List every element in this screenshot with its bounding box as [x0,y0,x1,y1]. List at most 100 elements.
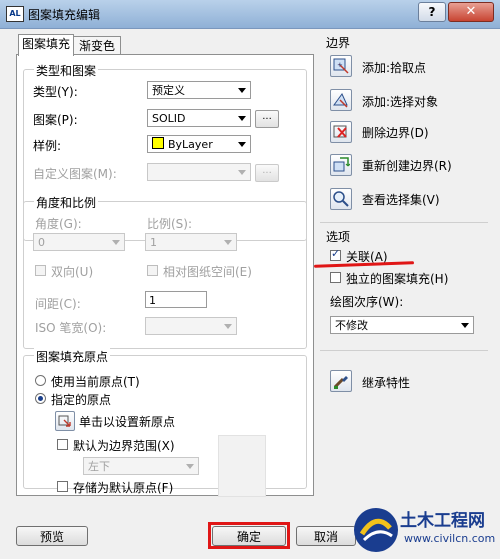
divider [320,350,488,351]
underline-annotation [313,261,415,268]
remove-boundaries-button[interactable] [330,121,352,143]
draw-order-select[interactable]: 不修改 [330,316,474,334]
spacing-input[interactable]: 1 [145,291,207,308]
separate-hatches-checkbox[interactable] [330,272,341,283]
type-pattern-heading: 类型和图案 [34,62,99,79]
window-title: 图案填充编辑 [28,8,101,22]
separate-hatches-label: 独立的图案填充(H) [346,272,449,286]
help-button[interactable]: ? [418,2,446,22]
custom-pattern-browse-button[interactable]: ... [255,164,279,182]
origin-position-value: 左下 [88,460,110,473]
store-default-label: 存储为默认原点(F) [73,481,174,495]
origin-heading: 图案填充原点 [34,348,111,365]
watermark-text: 土木工程网 [400,511,485,531]
inherit-properties-button[interactable] [330,370,352,392]
angle-value: 0 [38,236,45,249]
ok-highlight-annotation [208,522,290,549]
view-selections-label: 查看选择集(V) [362,193,440,207]
pattern-select-value: SOLID [152,112,186,125]
iso-pen-select[interactable] [145,317,237,335]
magnifier-icon [333,191,349,207]
pattern-label: 图案(P): [33,113,78,127]
cancel-button[interactable]: 取消 [296,526,356,546]
spacing-label: 间距(C): [35,297,81,311]
pattern-select[interactable]: SOLID [147,109,251,127]
watermark: 土木工程网 www.civilcn.com [348,500,500,559]
pattern-browse-button[interactable]: ... [255,110,279,128]
type-label: 类型(Y): [33,85,78,99]
inherit-properties-label: 继承特性 [362,376,411,390]
sample-select-value: ByLayer [168,138,213,151]
watermark-url: www.civilcn.com [404,532,496,545]
double-checkbox[interactable] [35,265,46,276]
chevron-down-icon [238,116,246,121]
sample-label: 样例: [33,139,62,153]
recreate-boundary-label: 重新创建边界(R) [362,159,452,173]
add-pick-points-button[interactable]: + [330,55,352,77]
origin-preview [218,435,266,497]
angle-select[interactable]: 0 [33,233,125,251]
type-select-value: 预定义 [152,84,185,97]
app-icon: AL [6,6,24,22]
specified-origin-radio[interactable] [35,393,46,404]
chevron-down-icon [238,142,246,147]
watermark-logo-icon [354,508,398,552]
double-label: 双向(U) [51,265,94,279]
use-current-origin-radio[interactable] [35,375,46,386]
color-swatch-icon [152,137,164,149]
title-bar: AL 图案填充编辑 ? ✕ [0,0,500,29]
associative-checkbox[interactable] [330,247,341,261]
default-boundary-checkbox[interactable] [57,439,68,450]
relative-paper-label: 相对图纸空间(E) [163,265,252,279]
chevron-down-icon [238,88,246,93]
pick-points-icon: + [333,58,349,74]
store-default-checkbox[interactable] [57,481,68,492]
set-origin-button[interactable] [55,411,75,431]
add-select-objects-button[interactable] [330,89,352,111]
set-origin-label: 单击以设置新原点 [79,415,176,429]
add-pick-points-label: 添加:拾取点 [362,61,427,75]
recreate-boundary-button[interactable] [330,154,352,176]
type-select[interactable]: 预定义 [147,81,251,99]
custom-pattern-label: 自定义图案(M): [33,167,117,181]
options-heading: 选项 [326,230,351,244]
tab-gradient[interactable]: 渐变色 [73,36,121,55]
recreate-boundary-icon [333,157,350,172]
default-boundary-label: 默认为边界范围(X) [73,439,175,453]
svg-text:+: + [337,61,343,69]
inherit-brush-icon [333,376,348,389]
angle-label: 角度(G): [35,217,82,231]
tab-hatch[interactable]: 图案填充 [18,34,74,56]
custom-pattern-select[interactable] [147,163,251,181]
draw-order-value: 不修改 [335,319,368,332]
chevron-down-icon [461,323,469,328]
use-current-origin-label: 使用当前原点(T) [51,375,140,389]
pick-point-icon [58,415,71,427]
remove-boundary-icon [333,125,347,138]
chevron-down-icon [112,240,120,245]
scale-value: 1 [150,236,157,249]
draw-order-label: 绘图次序(W): [330,295,404,309]
relative-paper-checkbox[interactable] [147,265,158,276]
specified-origin-label: 指定的原点 [51,393,112,407]
add-select-objects-label: 添加:选择对象 [362,95,439,109]
chevron-down-icon [224,240,232,245]
select-objects-icon [333,93,348,108]
hatch-tab-panel: 类型和图案 类型(Y): 预定义 图案(P): SOLID ... 样例: By… [16,54,314,496]
iso-pen-label: ISO 笔宽(O): [35,321,107,335]
preview-button[interactable]: 预览 [16,526,88,546]
chevron-down-icon [238,170,246,175]
divider [320,222,488,223]
close-button[interactable]: ✕ [448,2,494,22]
origin-position-select[interactable]: 左下 [83,457,199,475]
chevron-down-icon [186,464,194,469]
chevron-down-icon [224,324,232,329]
boundaries-heading: 边界 [326,36,351,50]
sample-select[interactable]: ByLayer [147,135,251,153]
angle-scale-heading: 角度和比例 [34,194,99,211]
remove-boundaries-label: 删除边界(D) [362,126,429,140]
scale-select[interactable]: 1 [145,233,237,251]
scale-label: 比例(S): [147,217,193,231]
hatch-edit-dialog: AL 图案填充编辑 ? ✕ 图案填充 渐变色 类型和图案 类型(Y): 预定义 … [0,0,500,559]
view-selections-button[interactable] [330,188,352,210]
